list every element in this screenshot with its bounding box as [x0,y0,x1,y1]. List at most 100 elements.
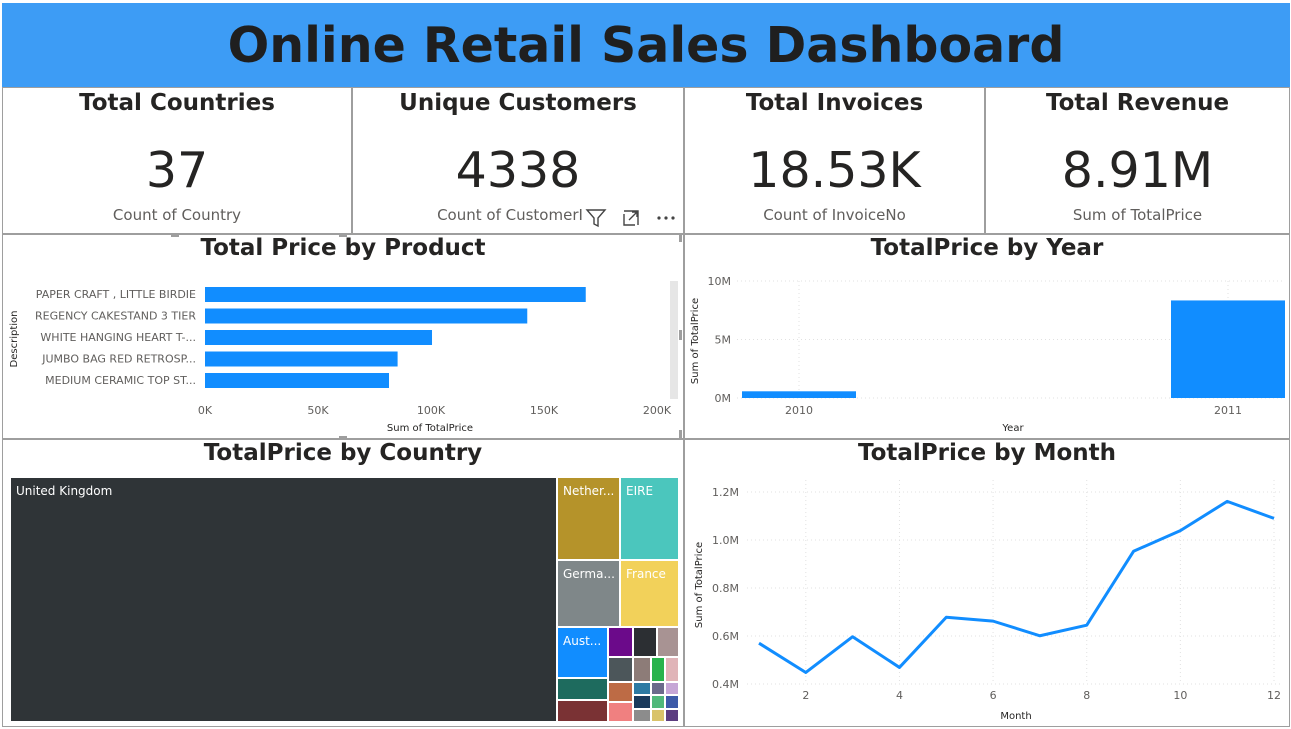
y-tick-label: 5M [715,334,732,347]
product-bar-chart: PAPER CRAFT , LITTLE BIRDIE REGENCY CAKES… [9,287,672,434]
treemap-tile-country[interactable] [665,695,679,709]
treemap-tile-australia[interactable]: Aust... [557,627,608,678]
x-axis-title: Sum of TotalPrice [387,423,473,434]
bar [205,330,433,345]
treemap-tile-country[interactable] [608,627,633,657]
treemap-tile-country[interactable] [665,657,679,682]
treemap-tile-country[interactable] [608,702,633,722]
treemap-tile-country[interactable] [633,682,651,695]
x-tick-label: 12 [1267,689,1281,702]
x-tick-label: 200K [643,404,672,417]
chart-month-panel[interactable]: TotalPrice by Month 0.4M 0.6M 0.8M 1.0M 1.2M… [684,439,1290,727]
treemap-tile-netherlands[interactable]: Nether... [557,477,620,560]
x-tick-label: 8 [1083,689,1090,702]
card-total-invoices[interactable]: Total Invoices 18.53K Count of InvoiceNo [684,87,985,234]
treemap-label: Germa... [563,567,615,581]
card-value: 8.91M [1061,142,1214,199]
card-title: Total Revenue [1045,90,1230,116]
chart-title: TotalPrice by Country [203,440,483,466]
y-tick-label: 1.0M [712,534,739,547]
x-tick-label: 150K [530,404,559,417]
treemap-label: France [626,567,666,581]
category-label: REGENCY CAKESTAND 3 TIER [35,310,196,323]
category-label: JUMBO BAG RED RETROSP... [41,353,196,366]
x-tick-label: 4 [896,689,903,702]
chart-year-panel[interactable]: TotalPrice by Year 0M 5M 10M 2010 2011 Year Su… [684,234,1290,439]
card-value: 18.53K [748,142,921,199]
x-tick-label: 2 [802,689,809,702]
series-line [758,499,1275,674]
resize-handle[interactable] [679,234,682,242]
bar [742,391,856,398]
chart-product-panel[interactable]: Total Price by Product PAPER CRAFT , LIT… [2,234,684,439]
treemap-tile-country[interactable] [608,657,633,682]
treemap-tile-country[interactable] [633,695,651,709]
treemap-label: Nether... [563,484,615,498]
y-axis-title: Description [9,311,20,368]
treemap-tile-country[interactable] [557,700,608,722]
x-axis-title: Year [1001,423,1024,434]
month-line-chart: 0.4M 0.6M 0.8M 1.0M 1.2M 2 4 6 8 10 12 Month Sum of … [694,480,1281,722]
card-title: Total Countries [79,90,275,116]
treemap-tile-country[interactable] [633,709,651,722]
dashboard-header: Online Retail Sales Dashboard [2,3,1290,87]
year-bar-chart: 0M 5M 10M 2010 2011 Year Sum of TotalPrice [690,275,1285,434]
treemap-label: EIRE [626,484,654,498]
focus-mode-icon[interactable] [621,208,641,228]
treemap-tile-country[interactable] [665,682,679,695]
treemap-tile-united-kingdom[interactable]: United Kingdom [10,477,557,722]
card-label: Count of Country [112,206,242,224]
treemap-label: Aust... [563,634,602,648]
x-axis-title: Month [1000,711,1031,722]
treemap-tile-country[interactable] [633,657,651,682]
card-title: Unique Customers [399,90,637,116]
treemap-tile-country[interactable] [657,627,679,657]
x-tick-label: 2010 [785,404,813,417]
y-tick-label: 0.8M [712,582,739,595]
card-value: 37 [145,142,209,199]
scrollbar[interactable] [670,281,678,399]
treemap-tile-country[interactable] [651,695,665,709]
x-tick-label: 50K [307,404,329,417]
y-tick-label: 0.6M [712,630,739,643]
resize-handle[interactable] [171,234,179,237]
chart-country-panel[interactable]: TotalPrice by Country United Kingdom Neth… [2,439,684,727]
bar [205,287,586,302]
y-tick-label: 0.4M [712,678,739,691]
y-tick-label: 1.2M [712,486,739,499]
x-tick-label: 10 [1173,689,1187,702]
page-title: Online Retail Sales Dashboard [227,17,1065,74]
treemap-tile-country[interactable] [608,682,633,702]
card-title: Total Invoices [745,90,924,116]
category-label: MEDIUM CERAMIC TOP ST... [45,374,196,387]
y-tick-label: 10M [708,275,732,288]
card-total-revenue[interactable]: Total Revenue 8.91M Sum of TotalPrice [985,87,1290,234]
filter-icon[interactable] [585,207,607,229]
treemap-tile-country[interactable] [557,678,608,700]
treemap-tile-country[interactable] [651,709,665,722]
treemap-tile-country[interactable] [651,682,665,695]
bar [205,351,398,367]
y-axis-title: Sum of TotalPrice [690,298,701,384]
card-total-countries[interactable]: Total Countries 37 Count of Country [2,87,352,234]
card-unique-customers[interactable]: Unique Customers 4338 Count of CustomerI [352,87,684,234]
treemap-tile-country[interactable] [651,657,665,682]
y-axis-title: Sum of TotalPrice [694,542,705,628]
bar [1171,300,1285,398]
more-options-icon[interactable] [655,208,677,228]
treemap-tile-france[interactable]: France [620,560,679,627]
x-tick-label: 100K [417,404,446,417]
x-tick-label: 0K [198,404,213,417]
x-tick-label: 2011 [1214,404,1242,417]
treemap-tile-eire[interactable]: EIRE [620,477,679,560]
resize-handle[interactable] [679,330,682,340]
card-label: Count of InvoiceNo [763,206,906,224]
treemap-tile-country[interactable] [665,709,679,722]
bar [205,308,528,324]
resize-handle[interactable] [339,234,347,237]
resize-handle[interactable] [679,430,682,438]
category-label: WHITE HANGING HEART T-... [40,331,196,344]
treemap-tile-country[interactable] [633,627,657,657]
treemap-tile-germany[interactable]: Germa... [557,560,620,627]
category-label: PAPER CRAFT , LITTLE BIRDIE [36,288,196,301]
